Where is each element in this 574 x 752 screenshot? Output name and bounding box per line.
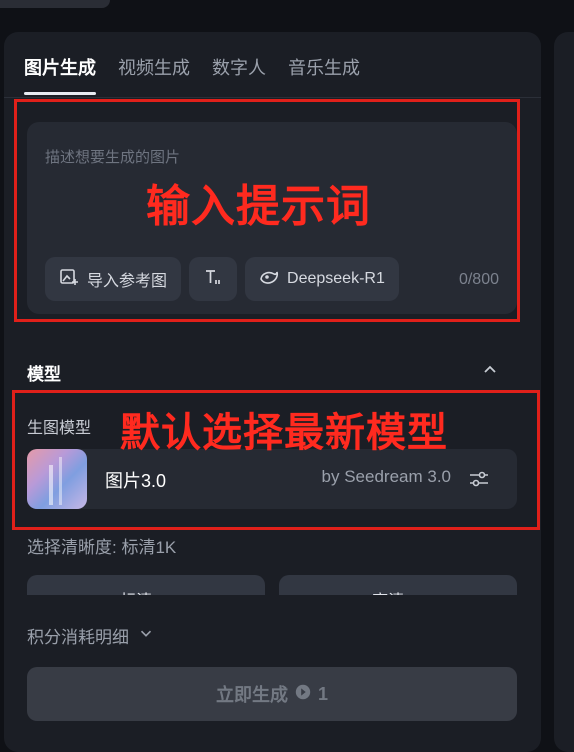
model-name: 图片3.0 (105, 471, 167, 491)
prompt-actions: 导入参考图 Deepseek-R1 (45, 257, 399, 301)
tab-digital-human[interactable]: 数字人 (212, 52, 266, 98)
model-thumbnail (27, 449, 87, 509)
chevron-down-icon (137, 624, 155, 647)
topbar-fragment (0, 0, 110, 8)
clarity-label: 选择清晰度: 标清1K (27, 538, 177, 557)
clarity-options: 标清1K 高清2K (27, 575, 517, 595)
deepseek-whale-icon (259, 267, 279, 292)
generate-cost: 1 (317, 683, 328, 704)
credits-detail-label: 积分消耗明细 (27, 628, 129, 647)
model-selector[interactable]: 图片3.0 by Seedream 3.0 (27, 449, 517, 509)
generate-label: 立即生成 (215, 685, 288, 705)
clarity-option-hd[interactable]: 高清2K (279, 575, 517, 595)
tabs-divider (4, 97, 541, 98)
text-style-button[interactable] (189, 257, 238, 301)
image-add-icon (59, 267, 79, 292)
deepseek-r1-button[interactable]: Deepseek-R1 (245, 257, 399, 301)
image-model-label: 生图模型 (27, 420, 92, 437)
character-counter: 0/800 (458, 271, 499, 288)
clarity-option-sd[interactable]: 标清1K (27, 575, 265, 595)
model-provider: by Seedream 3.0 (321, 467, 451, 486)
model-section-title: 模型 (27, 365, 61, 384)
credit-coin-icon (294, 683, 312, 706)
generate-button[interactable]: 立即生成 1 (27, 667, 517, 721)
import-reference-image-label: 导入参考图 (87, 273, 168, 290)
sliders-icon[interactable] (467, 467, 491, 491)
annotation-model: 默认选择最新模型 (120, 411, 448, 455)
text-style-icon (203, 267, 223, 292)
chevron-up-icon[interactable] (480, 360, 500, 380)
annotation-prompt: 输入提示词 (146, 182, 371, 231)
credits-detail-toggle[interactable]: 积分消耗明细 (27, 623, 155, 648)
tab-image-generation[interactable]: 图片生成 (24, 52, 96, 98)
deepseek-r1-label: Deepseek-R1 (287, 270, 385, 287)
mode-tabs: 图片生成 视频生成 数字人 音乐生成 (24, 52, 360, 98)
preview-panel-edge (554, 32, 574, 752)
prompt-placeholder: 描述想要生成的图片 (45, 149, 181, 166)
tab-video-generation[interactable]: 视频生成 (118, 52, 190, 98)
tab-music-generation[interactable]: 音乐生成 (288, 52, 360, 98)
import-reference-image-button[interactable]: 导入参考图 (45, 257, 182, 301)
